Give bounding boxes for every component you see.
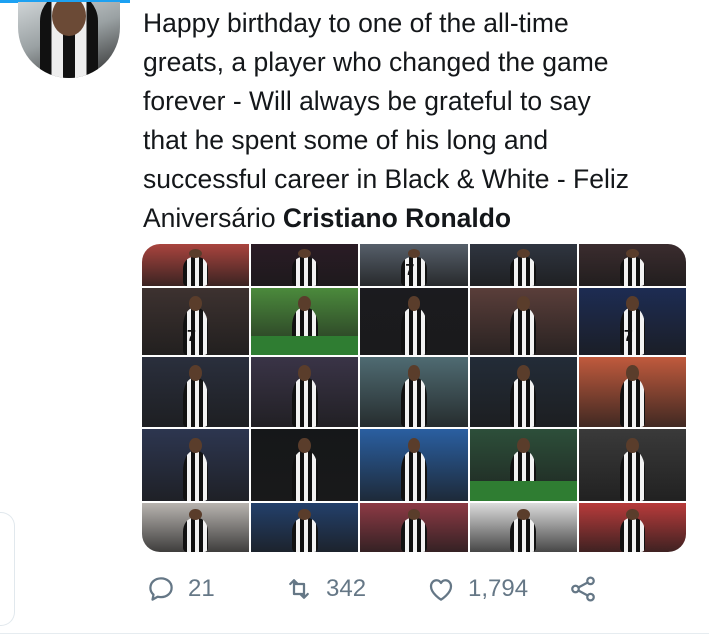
player-figure [291, 256, 318, 286]
player-figure [401, 450, 427, 501]
collage-photo[interactable] [469, 357, 577, 427]
player-head [625, 249, 639, 259]
player-head [625, 365, 639, 381]
player-head [298, 296, 312, 311]
player-figure [182, 256, 209, 286]
tweet-line-6: Aniversário [143, 203, 283, 233]
tweet-line-5: successful career in Black & White - Fel… [143, 164, 629, 194]
player-figure [401, 517, 427, 552]
player-head [407, 296, 421, 311]
tweet-text: Happy birthday to one of the all-time gr… [143, 4, 703, 238]
tweet-line-4: that he spent some of his long and [143, 125, 549, 155]
retweet-icon [289, 579, 309, 599]
player-head [516, 508, 530, 520]
player-head [189, 365, 203, 381]
collage-photo[interactable] [469, 503, 577, 552]
reply-icon [149, 577, 173, 601]
collage-photo[interactable] [360, 288, 468, 355]
tweet-actions: 21 342 1,794 [140, 574, 610, 610]
collage-photo[interactable] [251, 244, 359, 286]
player-figure [182, 517, 209, 552]
player-figure [619, 378, 646, 427]
collage-photo[interactable] [469, 288, 577, 355]
player-figure [619, 450, 646, 501]
like-count: 1,794 [468, 575, 529, 602]
player-head [516, 437, 530, 454]
heart-icon [429, 579, 453, 601]
player-head [407, 365, 421, 381]
collage-photo[interactable]: 7 [142, 288, 250, 355]
collage-photo[interactable] [360, 357, 468, 427]
shirt-number: 7 [623, 327, 633, 345]
collage-photo[interactable] [142, 429, 250, 501]
player-head [298, 365, 312, 381]
like-button[interactable]: 1,794 [426, 574, 528, 604]
share-icon [571, 576, 595, 602]
adjacent-card-edge [0, 512, 15, 626]
collage-photo[interactable] [578, 429, 686, 501]
mention-name[interactable]: Cristiano Ronaldo [283, 203, 511, 233]
player-figure [510, 378, 537, 427]
retweet-count: 342 [326, 575, 367, 602]
player-figure [510, 517, 537, 552]
player-figure [182, 450, 209, 501]
tweet-line-2: greats, a player who changed the game [143, 47, 609, 77]
player-head [407, 508, 421, 520]
tweet-line-1: Happy birthday to one of the all-time [143, 8, 569, 38]
collage-photo[interactable] [469, 429, 577, 501]
player-figure [291, 450, 318, 501]
collage-photo[interactable] [251, 288, 359, 355]
player-head [625, 437, 639, 454]
shirt-number: 7 [405, 262, 415, 280]
player-head [189, 508, 203, 520]
collage-photo[interactable] [469, 244, 577, 286]
collage-photo[interactable] [251, 503, 359, 552]
player-figure [401, 308, 427, 355]
player-head [189, 296, 203, 311]
player-figure [291, 517, 318, 552]
collage-photo[interactable] [360, 503, 468, 552]
player-head [625, 508, 639, 520]
player-figure [619, 517, 646, 552]
photo-collage[interactable]: 7 7 7 [142, 244, 686, 552]
player-figure [401, 378, 427, 427]
player-figure [291, 378, 318, 427]
player-figure [182, 378, 209, 427]
collage-photo[interactable] [578, 244, 686, 286]
player-head [298, 508, 312, 520]
player-figure [510, 450, 537, 501]
player-head [625, 296, 639, 311]
tweet-line-3: forever - Will always be grateful to say [143, 86, 591, 116]
divider [0, 633, 709, 634]
collage-photo[interactable] [251, 357, 359, 427]
player-figure [619, 256, 646, 286]
reply-count: 21 [188, 575, 215, 602]
collage-photo[interactable] [578, 357, 686, 427]
shirt-number: 7 [187, 327, 196, 345]
collage-photo[interactable] [142, 503, 250, 552]
player-head [516, 296, 530, 311]
player-head [516, 249, 530, 259]
player-figure [510, 256, 537, 286]
player-figure [291, 308, 318, 355]
collage-photo[interactable] [142, 357, 250, 427]
retweet-button[interactable]: 342 [284, 574, 366, 604]
collage-photo[interactable] [251, 429, 359, 501]
player-figure [510, 308, 537, 355]
collage-photo[interactable] [360, 429, 468, 501]
reply-button[interactable]: 21 [146, 574, 215, 604]
collage-photo[interactable]: 7 [360, 244, 468, 286]
collage-photo[interactable] [142, 244, 250, 286]
share-button[interactable] [568, 574, 598, 604]
player-head [516, 365, 530, 381]
avatar[interactable] [18, 2, 120, 78]
collage-photo[interactable]: 7 [578, 288, 686, 355]
collage-photo[interactable] [578, 503, 686, 552]
